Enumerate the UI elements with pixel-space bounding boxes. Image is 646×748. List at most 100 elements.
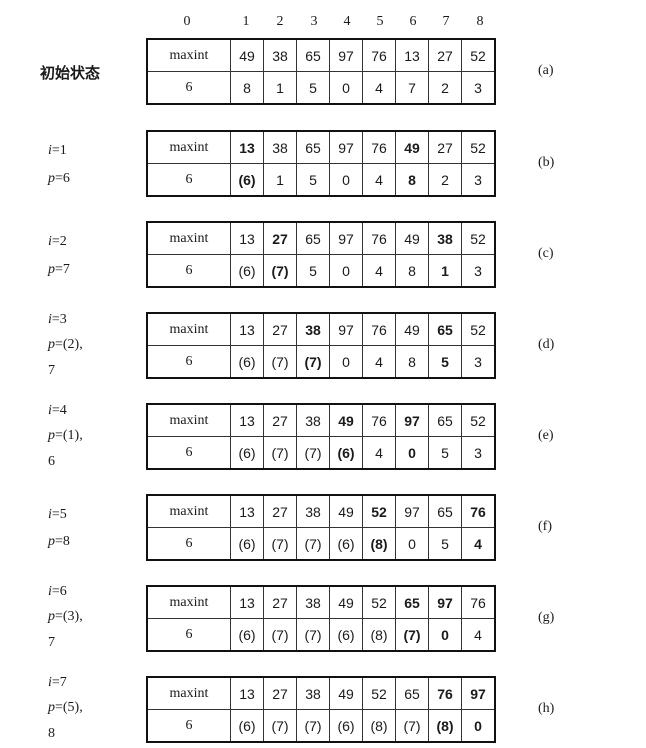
key-cell-2: 38 [263,38,297,72]
linked-list-table-b: maxint 13 38 65 97 76 49 27 52 6 (6) 1 5 0 4 8 2 3 [146,130,496,197]
key-cell-1: 13 [230,494,264,528]
next-cell-8: 3 [461,254,496,288]
key-cell-6: 49 [395,312,429,346]
next-cell-1: (6) [230,618,264,652]
step-label-e-0: i=4 [48,403,67,418]
next-cell-0: 6 [146,618,231,652]
key-cell-7: 76 [428,676,462,710]
next-cell-3: 5 [296,71,330,105]
key-cell-4: 97 [329,221,363,255]
key-cell-0: maxint [146,130,231,164]
next-cell-6: 8 [395,163,429,197]
step-label-d-0: i=3 [48,312,67,327]
step-label-c-1: p=7 [48,262,70,277]
next-cell-6: (7) [395,709,429,743]
next-cell-3: 5 [296,163,330,197]
next-cell-6: 8 [395,254,429,288]
step-label-d-2: 7 [48,363,55,378]
step-label-b-1: p=6 [48,171,70,186]
column-index-1: 1 [242,14,250,29]
key-cell-1: 13 [230,130,264,164]
next-row: 6 (6) 1 5 0 4 8 2 3 [146,163,496,197]
next-cell-7: (8) [428,709,462,743]
next-cell-6: 8 [395,345,429,379]
next-cell-8: 4 [461,618,496,652]
key-cell-6: 65 [395,585,429,619]
next-cell-1: (6) [230,436,264,470]
panel-tag-b: (b) [538,155,555,170]
key-cell-7: 97 [428,585,462,619]
next-cell-2: (7) [263,345,297,379]
next-cell-1: 8 [230,71,264,105]
next-cell-1: (6) [230,527,264,561]
key-cell-7: 38 [428,221,462,255]
key-cell-2: 27 [263,221,297,255]
key-row: maxint 13 27 38 49 76 97 65 52 [146,403,496,437]
key-cell-0: maxint [146,221,231,255]
next-cell-2: (7) [263,527,297,561]
step-label-a-0: 初始状态 [40,64,101,82]
step-label-g-1: p=(3), [48,609,83,624]
next-cell-3: (7) [296,527,330,561]
key-cell-4: 49 [329,494,363,528]
index-header: 0 1 2 3 4 5 6 7 8 [0,14,646,34]
key-cell-6: 49 [395,221,429,255]
key-cell-5: 52 [362,676,396,710]
next-cell-0: 6 [146,709,231,743]
next-cell-4: (6) [329,527,363,561]
key-cell-4: 97 [329,312,363,346]
key-cell-3: 65 [296,38,330,72]
step-label-d-1: p=(2), [48,337,83,352]
key-cell-1: 13 [230,403,264,437]
next-cell-8: 3 [461,345,496,379]
key-cell-0: maxint [146,676,231,710]
next-cell-0: 6 [146,254,231,288]
key-cell-4: 49 [329,585,363,619]
step-label-g-0: i=6 [48,584,67,599]
next-cell-2: 1 [263,163,297,197]
key-cell-5: 76 [362,403,396,437]
next-cell-8: 0 [461,709,496,743]
next-cell-7: 2 [428,163,462,197]
next-cell-4: 0 [329,254,363,288]
key-cell-2: 27 [263,403,297,437]
next-row: 6 (6) (7) (7) 0 4 8 5 3 [146,345,496,379]
column-index-0: 0 [183,14,191,29]
next-cell-4: 0 [329,345,363,379]
next-cell-2: (7) [263,254,297,288]
next-cell-1: (6) [230,254,264,288]
step-label-b-0: i=1 [48,143,67,158]
panel-tag-f: (f) [538,519,552,534]
panel-tag-c: (c) [538,246,554,261]
next-cell-3: (7) [296,345,330,379]
next-cell-4: (6) [329,618,363,652]
key-cell-0: maxint [146,494,231,528]
key-cell-4: 97 [329,38,363,72]
key-cell-3: 38 [296,312,330,346]
next-cell-8: 3 [461,163,496,197]
key-cell-8: 52 [461,403,496,437]
next-cell-2: (7) [263,709,297,743]
key-cell-3: 38 [296,585,330,619]
next-cell-8: 3 [461,436,496,470]
key-cell-1: 13 [230,312,264,346]
next-cell-3: 5 [296,254,330,288]
key-cell-5: 52 [362,494,396,528]
next-cell-6: 0 [395,436,429,470]
step-label-f-1: p=8 [48,534,70,549]
next-cell-0: 6 [146,71,231,105]
linked-list-table-g: maxint 13 27 38 49 52 65 97 76 6 (6) (7) (7) (6) (8) (7… [146,585,496,652]
step-label-c-0: i=2 [48,234,67,249]
key-row: maxint 13 27 38 49 52 65 76 97 [146,676,496,710]
key-cell-8: 52 [461,221,496,255]
key-cell-8: 52 [461,38,496,72]
key-cell-4: 49 [329,403,363,437]
key-cell-0: maxint [146,312,231,346]
key-cell-5: 76 [362,312,396,346]
key-cell-6: 65 [395,676,429,710]
next-row: 6 (6) (7) (7) (6) (8) (7) 0 4 [146,618,496,652]
key-cell-8: 52 [461,312,496,346]
next-cell-3: (7) [296,709,330,743]
next-cell-4: (6) [329,436,363,470]
panel-tag-d: (d) [538,337,555,352]
